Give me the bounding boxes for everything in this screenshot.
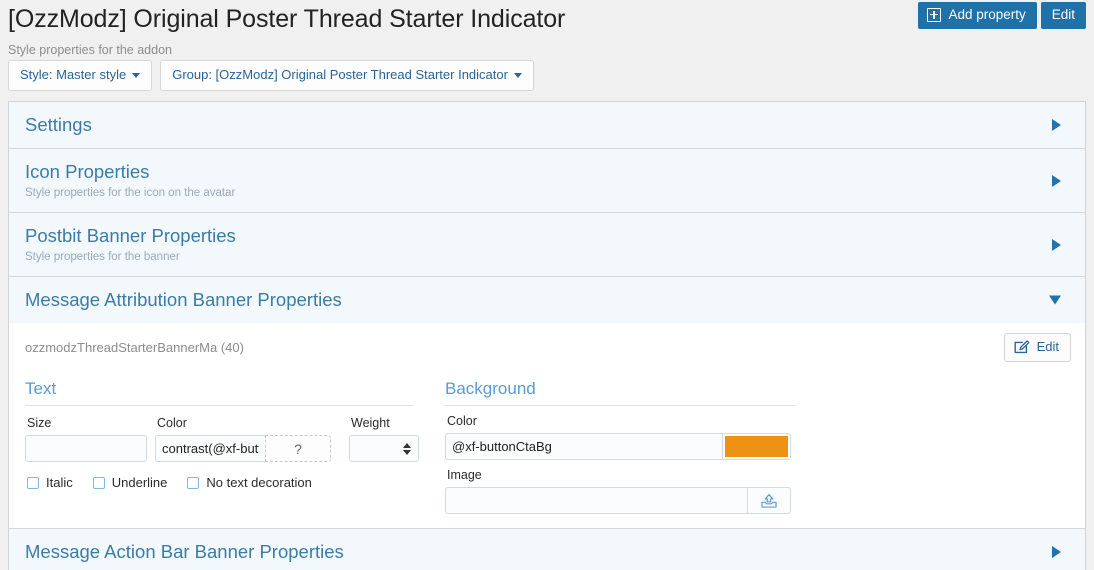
italic-checkbox[interactable]: Italic: [27, 475, 73, 491]
edit-property-label: Edit: [1036, 339, 1059, 354]
section-title: Message Attribution Banner Properties: [25, 289, 342, 310]
section-header-message-action-bar-banner-properties[interactable]: Message Action Bar Banner Properties: [9, 529, 1085, 570]
text-color-label: Color: [157, 416, 187, 430]
add-property-label: Add property: [948, 7, 1026, 22]
section-postbit-banner-properties: Postbit Banner Properties Style properti…: [9, 213, 1085, 277]
section-message-action-bar-banner-properties: Message Action Bar Banner Properties: [9, 529, 1085, 570]
text-weight-label: Weight: [351, 416, 390, 430]
section-title: Postbit Banner Properties: [25, 225, 236, 246]
text-size-input[interactable]: [25, 435, 147, 462]
checkbox-box-icon: [27, 477, 39, 489]
background-image-label: Image: [447, 468, 482, 482]
text-size-field-wrap: Size: [25, 408, 147, 462]
property-row: ozzmodzThreadStarterBannerMa (40) Edit: [25, 333, 1071, 370]
underline-checkbox[interactable]: Underline: [92, 475, 168, 491]
pencil-square-icon: [1014, 340, 1030, 354]
triangle-right-icon[interactable]: [1052, 546, 1061, 558]
text-decoration-checkboxes: Italic Underline No text decoration: [25, 475, 413, 491]
background-color-input[interactable]: [445, 433, 722, 460]
text-weight-select[interactable]: NormalBold: [349, 435, 419, 462]
background-group: Background Color Image: [445, 378, 795, 514]
unknown-color-glyph: ?: [294, 440, 302, 457]
section-header-postbit-banner-properties[interactable]: Postbit Banner Properties Style properti…: [9, 213, 1085, 276]
edit-style-label: Edit: [1051, 7, 1075, 22]
no-text-decoration-checkbox[interactable]: No text decoration: [187, 475, 312, 491]
text-color-input[interactable]: [155, 435, 265, 462]
property-name: ozzmodzThreadStarterBannerMa (40): [25, 340, 244, 355]
text-group-title: Text: [25, 378, 413, 406]
section-title: Message Action Bar Banner Properties: [25, 541, 344, 562]
triangle-down-icon[interactable]: [1049, 295, 1061, 305]
text-weight-field-wrap: Weight NormalBold: [349, 408, 419, 462]
section-header-icon-properties[interactable]: Icon Properties Style properties for the…: [9, 149, 1085, 212]
background-group-title: Background: [445, 378, 795, 406]
caret-down-icon: [132, 73, 141, 78]
section-header-settings[interactable]: Settings: [9, 102, 1085, 148]
section-header-message-attribution-banner-properties[interactable]: Message Attribution Banner Properties: [9, 277, 1085, 323]
page-subtitle: Style properties for the addon: [8, 43, 172, 57]
text-group: Text Size Color contrast(@xf-buttonCtaBg…: [25, 378, 419, 514]
section-subtitle: Style properties for the icon on the ava…: [25, 187, 236, 199]
triangle-right-icon[interactable]: [1052, 238, 1061, 251]
section-title: Settings: [25, 114, 92, 135]
background-color-swatch[interactable]: [722, 433, 791, 460]
no-text-decoration-label: No text decoration: [206, 475, 312, 490]
text-color-preview-swatch[interactable]: ?: [265, 435, 331, 462]
edit-style-button[interactable]: Edit: [1040, 2, 1086, 29]
background-color-label: Color: [447, 414, 477, 428]
section-body-message-attribution: ozzmodzThreadStarterBannerMa (40) Edit T…: [9, 323, 1085, 528]
property-editor-columns: Text Size Color contrast(@xf-buttonCtaBg…: [25, 378, 1071, 514]
triangle-right-icon[interactable]: [1052, 119, 1061, 131]
triangle-right-icon[interactable]: [1052, 174, 1061, 187]
upload-icon: [761, 493, 777, 508]
text-size-label: Size: [27, 416, 52, 430]
section-subtitle: Style properties for the banner: [25, 251, 180, 263]
style-selector-label: Style: Master style: [20, 67, 127, 82]
style-selector-button[interactable]: Style: Master style: [8, 60, 153, 91]
filter-bar: Style: Master style Group: [OzzModz] Ori…: [0, 60, 1094, 91]
header-actions: Add property Edit: [918, 2, 1086, 29]
group-selector-label: Group: [OzzModz] Original Poster Thread …: [172, 67, 508, 82]
caret-down-icon: [513, 73, 522, 78]
group-selector-button[interactable]: Group: [OzzModz] Original Poster Thread …: [160, 60, 534, 91]
page-header: [OzzModz] Original Poster Thread Starter…: [0, 0, 1094, 58]
properties-panel: Settings Icon Properties Style propertie…: [8, 101, 1086, 570]
text-color-field-wrap: Color ?: [155, 408, 341, 462]
italic-label: Italic: [46, 475, 73, 490]
section-settings: Settings: [9, 102, 1085, 149]
checkbox-box-icon: [92, 477, 105, 489]
background-image-upload-button[interactable]: [747, 487, 791, 514]
section-message-attribution-banner-properties: Message Attribution Banner Properties oz…: [9, 277, 1085, 529]
add-property-button[interactable]: Add property: [918, 2, 1037, 29]
plus-box-icon: [927, 8, 942, 22]
checkbox-box-icon: [187, 477, 200, 489]
section-title: Icon Properties: [25, 161, 150, 182]
underline-label: Underline: [111, 475, 168, 490]
section-icon-properties: Icon Properties Style properties for the…: [9, 149, 1085, 213]
background-image-input[interactable]: [445, 487, 747, 514]
style-properties-page: [OzzModz] Original Poster Thread Starter…: [0, 0, 1094, 570]
edit-property-button[interactable]: Edit: [1003, 333, 1071, 362]
background-color-swatch-fill: [725, 436, 788, 457]
